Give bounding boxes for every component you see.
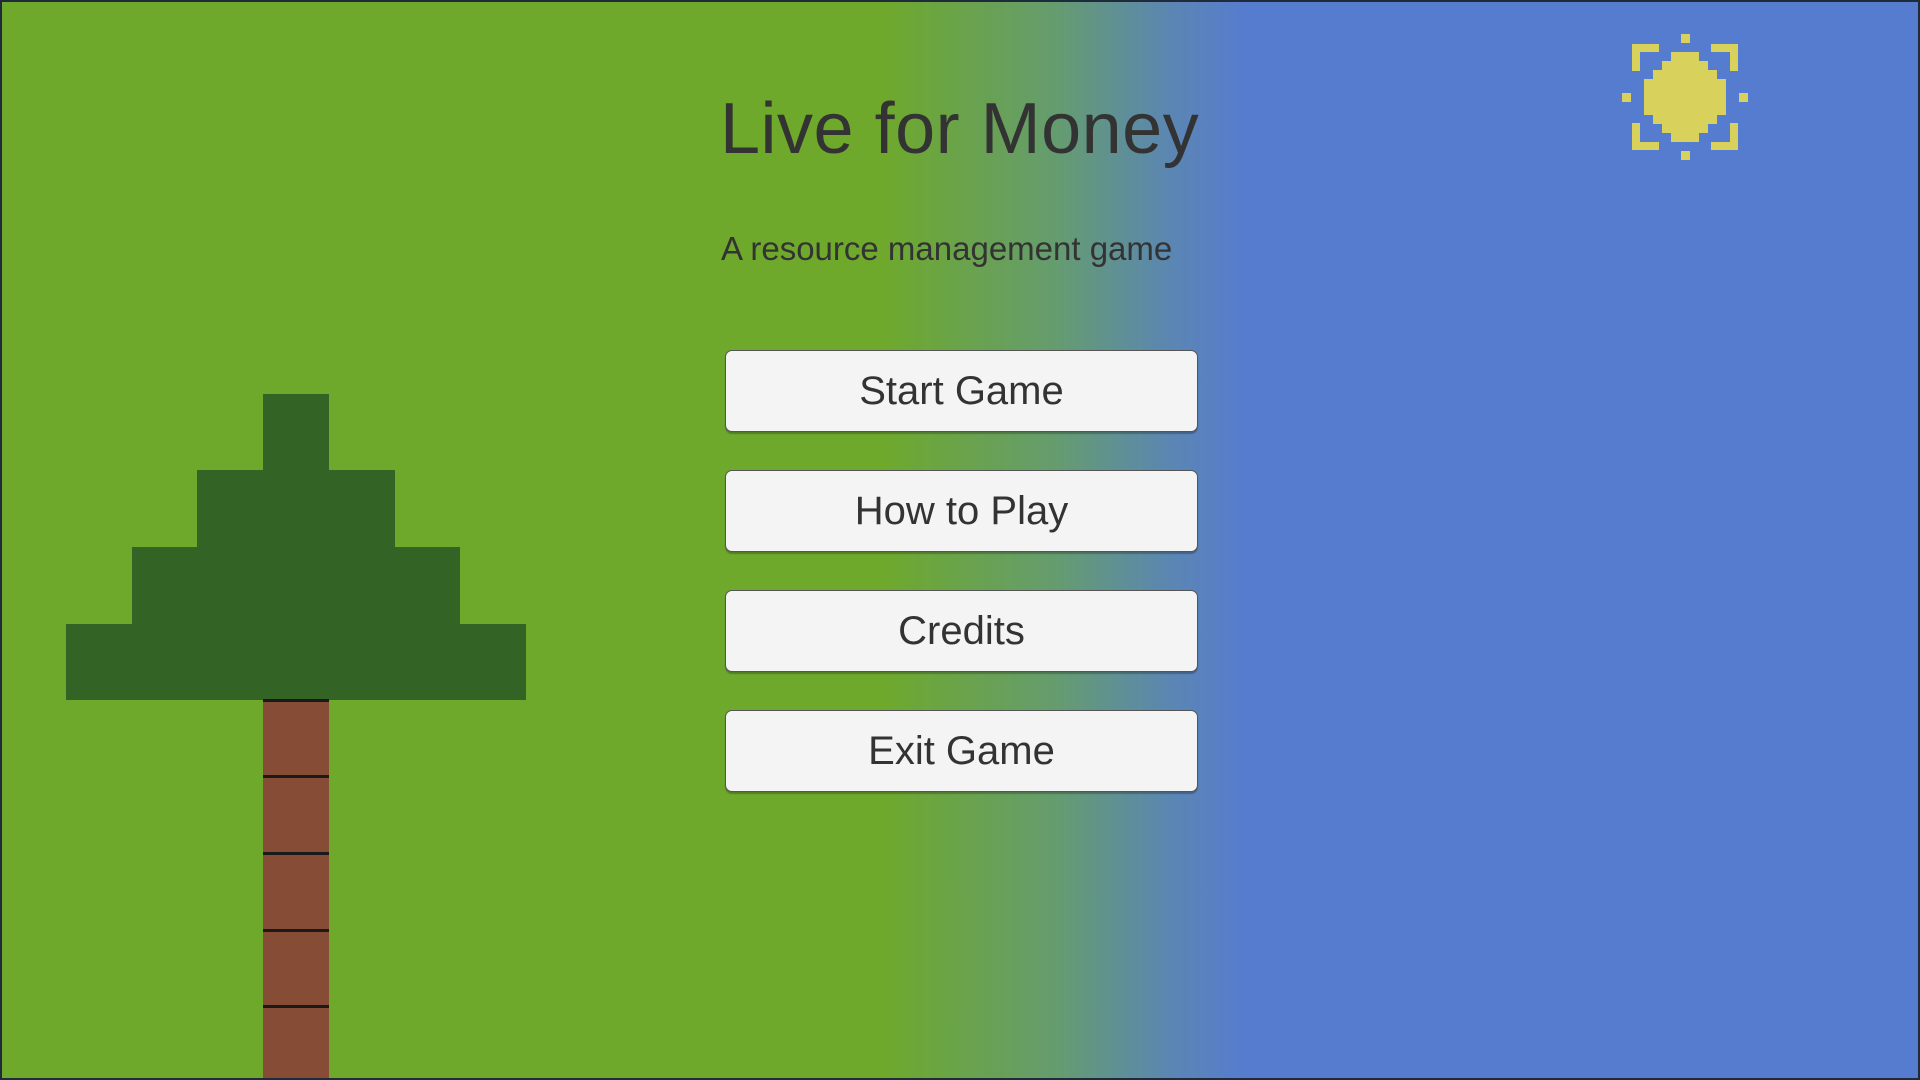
trunk-ring — [263, 699, 329, 702]
trunk-ring — [263, 852, 329, 855]
how-to-play-button[interactable]: How to Play — [725, 470, 1198, 552]
main-menu: Start Game How to Play Credits Exit Game — [725, 350, 1198, 830]
trunk-ring — [263, 1005, 329, 1008]
start-game-button[interactable]: Start Game — [725, 350, 1198, 432]
credits-button[interactable]: Credits — [725, 590, 1198, 672]
tree-leaves-tier-3 — [132, 547, 460, 625]
tree-leaves-tier-2 — [197, 470, 395, 548]
tree-trunk — [263, 699, 329, 1078]
exit-game-button[interactable]: Exit Game — [725, 710, 1198, 792]
trunk-ring — [263, 929, 329, 932]
tree-leaves-bottom — [66, 624, 526, 700]
game-subtitle: A resource management game — [721, 230, 1173, 267]
trunk-ring — [263, 775, 329, 778]
game-scene: Live for Money A resource management gam… — [0, 0, 1920, 1080]
game-title: Live for Money — [720, 89, 1200, 169]
tree-leaves-top — [263, 394, 329, 471]
pixel-sun-icon — [1622, 34, 1748, 160]
